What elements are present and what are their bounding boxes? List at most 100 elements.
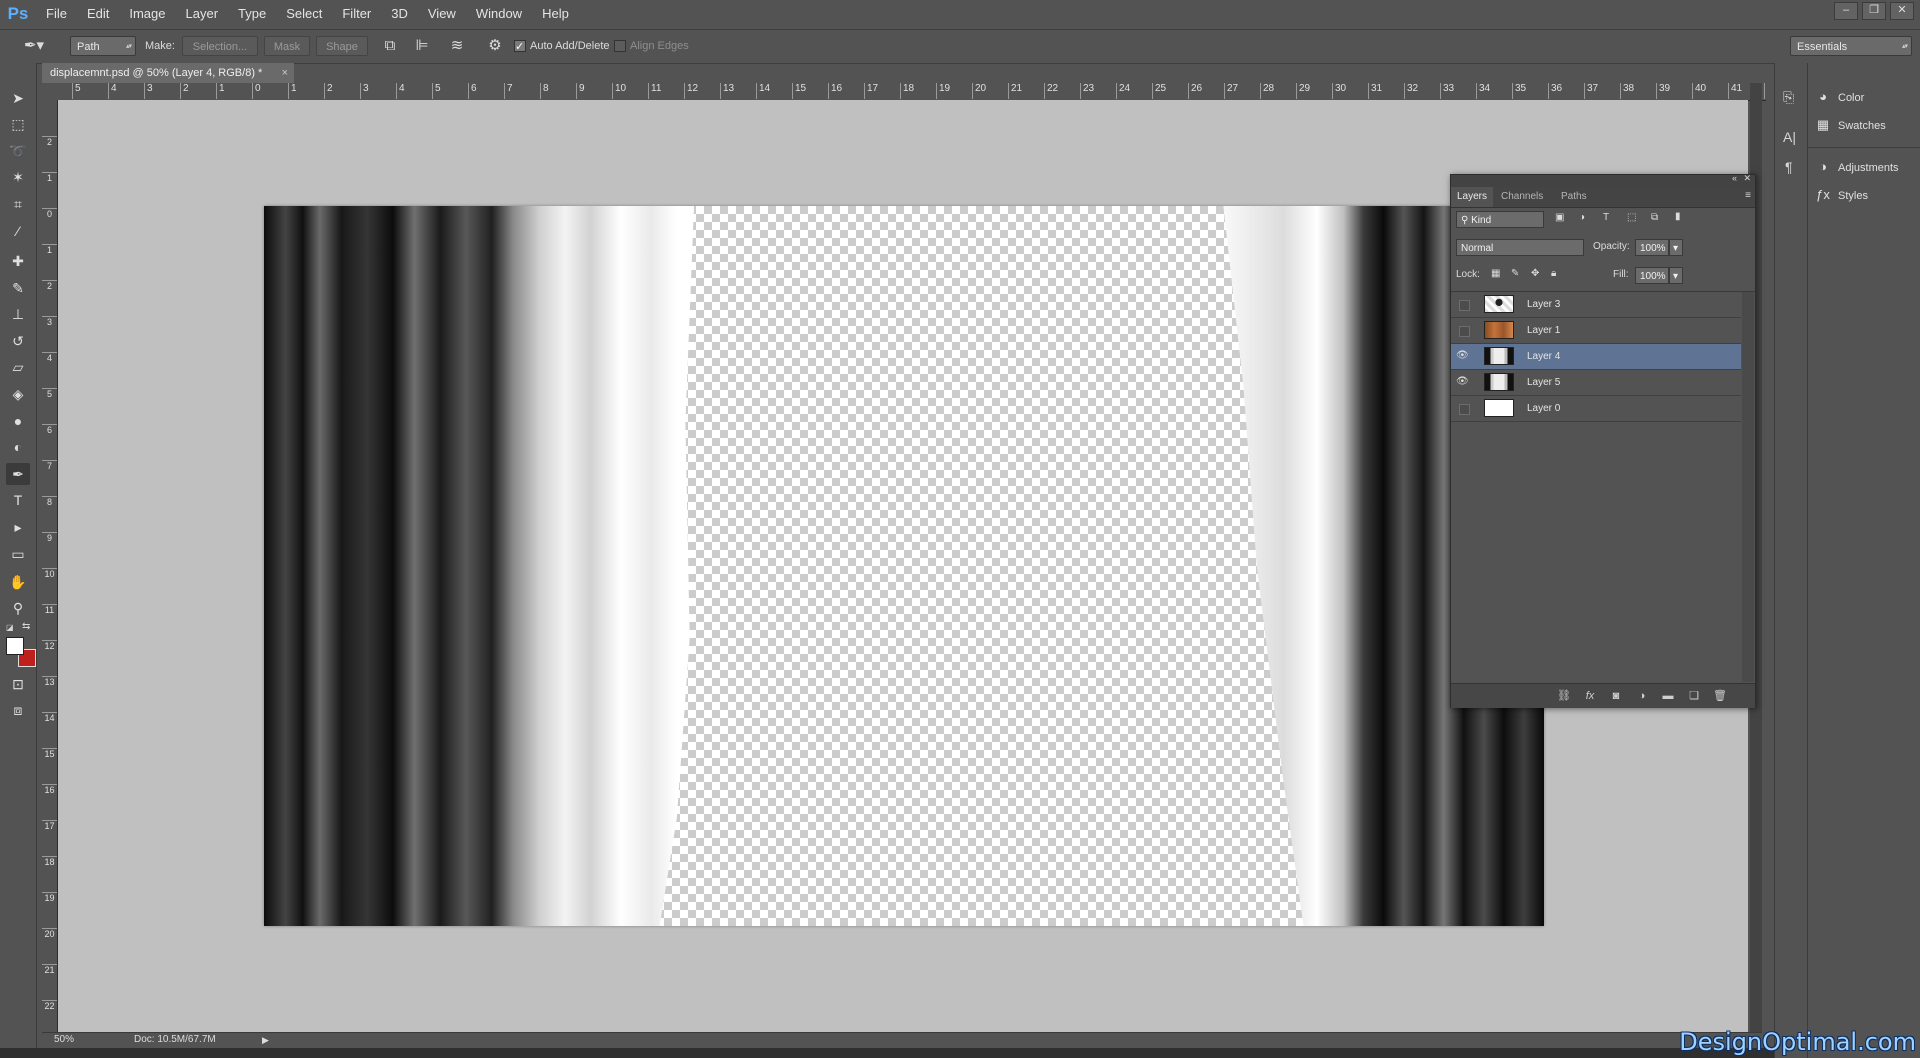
menu-help[interactable]: Help bbox=[532, 0, 579, 27]
document-canvas[interactable] bbox=[264, 206, 1544, 926]
blur-tool-icon[interactable]: ● bbox=[6, 410, 30, 432]
menu-window[interactable]: Window bbox=[466, 0, 532, 27]
styles-panel-tab[interactable]: ƒx Styles bbox=[1814, 183, 1868, 207]
align-edges-checkbox[interactable] bbox=[614, 40, 626, 53]
brush-tool-icon[interactable]: ✎ bbox=[6, 277, 30, 299]
foreground-color-swatch[interactable] bbox=[6, 637, 24, 655]
status-menu-arrow-icon[interactable]: ▶ bbox=[262, 1033, 269, 1047]
lock-position-icon[interactable]: ✥ bbox=[1531, 268, 1539, 279]
layers-panel-titlebar[interactable]: « ✕ bbox=[1451, 173, 1755, 187]
history-panel-icon[interactable]: ⎘ bbox=[1783, 89, 1794, 106]
path-selection-tool-icon[interactable]: ▸ bbox=[6, 516, 30, 538]
layer-list-scrollbar[interactable] bbox=[1742, 292, 1754, 682]
filter-adjustment-icon[interactable]: ◑ bbox=[1579, 212, 1585, 223]
zoom-tool-icon[interactable]: ⚲ bbox=[6, 597, 30, 619]
visibility-toggle[interactable] bbox=[1459, 326, 1470, 337]
paint-bucket-tool-icon[interactable]: ◈ bbox=[6, 383, 30, 405]
character-panel-icon[interactable]: A| bbox=[1783, 129, 1796, 145]
minimize-button[interactable]: – bbox=[1834, 2, 1858, 20]
filter-toggle-icon[interactable]: ▮ bbox=[1675, 211, 1681, 222]
menu-layer[interactable]: Layer bbox=[176, 0, 229, 27]
shape-button[interactable]: Shape bbox=[316, 36, 368, 56]
mask-icon[interactable]: ◙ bbox=[1607, 688, 1625, 704]
menu-type[interactable]: Type bbox=[228, 0, 276, 27]
default-colors-icon[interactable]: ◪ bbox=[6, 623, 14, 632]
pen-tool-preset-icon[interactable]: ✒▾ bbox=[20, 36, 48, 56]
folder-icon[interactable]: ▬ bbox=[1659, 688, 1677, 704]
layer-thumbnail[interactable] bbox=[1484, 373, 1514, 391]
visibility-toggle[interactable] bbox=[1459, 300, 1470, 311]
magic-wand-tool-icon[interactable]: ✶ bbox=[6, 166, 30, 188]
vertical-ruler[interactable]: 2 1 0 1 2 3 4 5 6 7 8 9 10 11 12 13 14 15 16 17 18 19 20 21 22 bbox=[42, 100, 58, 1032]
filter-shape-icon[interactable]: ⬚ bbox=[1627, 212, 1636, 223]
fx-icon[interactable]: fx bbox=[1581, 688, 1599, 704]
layer-thumbnail[interactable] bbox=[1484, 295, 1514, 313]
path-operations-icon[interactable]: ⧉ bbox=[380, 36, 400, 56]
lock-pixels-icon[interactable]: ✎ bbox=[1511, 268, 1519, 279]
document-tab[interactable]: displacemnt.psd @ 50% (Layer 4, RGB/8) *… bbox=[42, 63, 294, 83]
mask-button[interactable]: Mask bbox=[264, 36, 310, 56]
menu-select[interactable]: Select bbox=[276, 0, 332, 27]
layer-row[interactable]: Layer 0 bbox=[1451, 396, 1741, 422]
layer-name[interactable]: Layer 0 bbox=[1527, 396, 1560, 421]
filter-type-icon[interactable]: T bbox=[1603, 212, 1609, 223]
crop-tool-icon[interactable]: ⌗ bbox=[6, 193, 30, 215]
selection-button[interactable]: Selection... bbox=[182, 36, 258, 56]
lasso-tool-icon[interactable]: ➰ bbox=[6, 140, 30, 162]
tab-channels[interactable]: Channels bbox=[1495, 187, 1549, 207]
filter-pixel-icon[interactable]: ▣ bbox=[1555, 212, 1564, 223]
trash-icon[interactable]: 🗑︎ bbox=[1711, 688, 1729, 704]
lock-all-icon[interactable]: 🔒︎ bbox=[1551, 268, 1556, 279]
path-arrangement-icon[interactable]: ≋ bbox=[446, 36, 468, 56]
layer-row[interactable]: Layer 1 bbox=[1451, 318, 1741, 344]
align-edges-option[interactable]: Align Edges bbox=[614, 36, 689, 56]
adjustments-panel-tab[interactable]: ◑ Adjustments bbox=[1814, 155, 1898, 179]
eraser-tool-icon[interactable]: ▱ bbox=[6, 356, 30, 378]
visibility-toggle[interactable] bbox=[1459, 404, 1470, 415]
eyedropper-tool-icon[interactable]: ⁄ bbox=[6, 220, 30, 242]
eye-icon[interactable]: 👁︎ bbox=[1456, 350, 1469, 362]
panel-menu-icon[interactable]: ≡ bbox=[1745, 190, 1751, 201]
paragraph-panel-icon[interactable]: ¶ bbox=[1785, 159, 1793, 175]
marquee-tool-icon[interactable]: ⬚ bbox=[6, 113, 30, 135]
type-tool-icon[interactable]: T bbox=[6, 489, 30, 511]
blend-mode-select[interactable]: Normal bbox=[1456, 239, 1584, 256]
layer-name[interactable]: Layer 5 bbox=[1527, 370, 1560, 395]
workspace-select[interactable]: Essentials bbox=[1790, 36, 1912, 57]
restore-button[interactable]: ❐ bbox=[1862, 2, 1886, 20]
layer-row[interactable]: 👁︎ Layer 4 bbox=[1451, 344, 1741, 370]
dodge-tool-icon[interactable]: ◐ bbox=[6, 436, 30, 458]
swap-colors-icon[interactable]: ⇆ bbox=[22, 621, 30, 632]
swatches-panel-tab[interactable]: ▦ Swatches bbox=[1814, 113, 1886, 137]
horizontal-ruler[interactable]: 5 4 3 2 1 0 1 2 3 4 5 6 7 8 9 10 11 12 13 14 15 16 17 18 19 20 21 2… bbox=[42, 83, 1766, 101]
opacity-dropdown-icon[interactable]: ▾ bbox=[1669, 239, 1683, 256]
new-layer-icon[interactable]: ❏ bbox=[1685, 688, 1703, 704]
layer-row[interactable]: 👁︎ Layer 5 bbox=[1451, 370, 1741, 396]
healing-brush-tool-icon[interactable]: ✚ bbox=[6, 250, 30, 272]
fill-input[interactable]: 100% bbox=[1635, 267, 1669, 284]
stamp-tool-icon[interactable]: ⊥ bbox=[6, 303, 30, 325]
close-document-icon[interactable]: × bbox=[282, 63, 288, 83]
quick-mask-icon[interactable]: ⊡ bbox=[6, 673, 30, 695]
menu-edit[interactable]: Edit bbox=[77, 0, 119, 27]
menu-filter[interactable]: Filter bbox=[332, 0, 381, 27]
menu-3d[interactable]: 3D bbox=[381, 0, 418, 27]
hand-tool-icon[interactable]: ✋ bbox=[6, 571, 30, 593]
lock-transparency-icon[interactable]: ▦ bbox=[1491, 268, 1500, 279]
tab-layers[interactable]: Layers bbox=[1451, 187, 1494, 207]
fill-dropdown-icon[interactable]: ▾ bbox=[1669, 267, 1683, 284]
tab-paths[interactable]: Paths bbox=[1555, 187, 1593, 207]
path-alignment-icon[interactable]: ⊫ bbox=[412, 36, 432, 56]
opacity-input[interactable]: 100% bbox=[1635, 239, 1669, 256]
close-panel-icon[interactable]: ✕ bbox=[1743, 173, 1751, 184]
eye-icon[interactable]: 👁︎ bbox=[1456, 376, 1469, 388]
menu-file[interactable]: File bbox=[36, 0, 77, 27]
auto-add-delete-option[interactable]: Auto Add/Delete bbox=[514, 36, 610, 57]
layer-name[interactable]: Layer 1 bbox=[1527, 318, 1560, 343]
layer-thumbnail[interactable] bbox=[1484, 347, 1514, 365]
layer-thumbnail[interactable] bbox=[1484, 321, 1514, 339]
collapse-panel-icon[interactable]: « bbox=[1732, 173, 1737, 183]
tool-mode-select[interactable]: Path bbox=[70, 36, 136, 57]
filter-smart-object-icon[interactable]: ⧉ bbox=[1651, 212, 1658, 223]
gear-icon[interactable]: ⚙ bbox=[484, 36, 506, 56]
